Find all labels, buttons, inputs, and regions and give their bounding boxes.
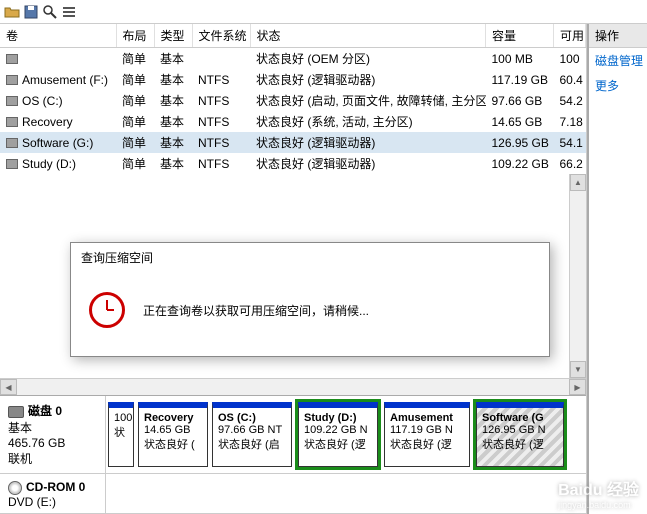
disk0-header[interactable]: 磁盘 0 基本 465.76 GB 联机 <box>0 396 106 473</box>
cdrom-header[interactable]: CD-ROM 0 DVD (E:) <box>0 474 106 513</box>
col-type[interactable]: 类型 <box>154 24 192 48</box>
partition[interactable]: Software (G126.95 GB N状态良好 (逻 <box>473 399 567 470</box>
scroll-left-icon[interactable]: ◀ <box>0 379 17 395</box>
partition[interactable]: Recovery14.65 GB状态良好 ( <box>138 402 208 467</box>
dialog-title: 查询压缩空间 <box>71 243 549 272</box>
table-row[interactable]: Amusement (F:)简单基本NTFS状态良好 (逻辑驱动器)117.19… <box>0 69 586 90</box>
disk-icon <box>8 406 24 418</box>
actions-header: 操作 <box>589 24 647 48</box>
actions-pane: 操作 磁盘管理 更多 <box>587 24 647 514</box>
zoom-icon[interactable] <box>42 4 58 20</box>
volume-table[interactable]: 卷 布局 类型 文件系统 状态 容量 可用 简单基本状态良好 (OEM 分区)1… <box>0 24 586 174</box>
clock-icon <box>89 292 125 328</box>
col-fs[interactable]: 文件系统 <box>192 24 250 48</box>
disk-graphical-view: 磁盘 0 基本 465.76 GB 联机 100状Recovery14.65 G… <box>0 395 586 514</box>
partition[interactable]: 100状 <box>108 402 134 467</box>
col-status[interactable]: 状态 <box>250 24 486 48</box>
cd-icon <box>8 481 22 495</box>
table-row[interactable]: 简单基本状态良好 (OEM 分区)100 MB100 <box>0 48 586 70</box>
open-icon[interactable] <box>4 4 20 20</box>
toolbar <box>0 0 647 24</box>
table-row[interactable]: OS (C:)简单基本NTFS状态良好 (启动, 页面文件, 故障转储, 主分区… <box>0 90 586 111</box>
vertical-scrollbar[interactable]: ▲ ▼ <box>569 174 586 378</box>
query-shrink-dialog: 查询压缩空间 正在查询卷以获取可用压缩空间，请稍候... <box>70 242 550 357</box>
dialog-message: 正在查询卷以获取可用压缩空间，请稍候... <box>143 302 369 319</box>
action-disk-mgmt[interactable]: 磁盘管理 <box>589 48 647 73</box>
scroll-up-icon[interactable]: ▲ <box>570 174 586 191</box>
col-free[interactable]: 可用 <box>554 24 586 48</box>
scroll-down-icon[interactable]: ▼ <box>570 361 586 378</box>
partition[interactable]: Study (D:)109.22 GB N状态良好 (逻 <box>295 399 381 470</box>
partition[interactable]: Amusement117.19 GB N状态良好 (逻 <box>384 402 470 467</box>
scroll-right-icon[interactable]: ▶ <box>569 379 586 395</box>
table-row[interactable]: Recovery简单基本NTFS状态良好 (系统, 活动, 主分区)14.65 … <box>0 111 586 132</box>
col-layout[interactable]: 布局 <box>116 24 154 48</box>
list-icon[interactable] <box>61 4 77 20</box>
table-row[interactable]: Study (D:)简单基本NTFS状态良好 (逻辑驱动器)109.22 GB6… <box>0 153 586 174</box>
table-row[interactable]: Software (G:)简单基本NTFS状态良好 (逻辑驱动器)126.95 … <box>0 132 586 153</box>
partition[interactable]: OS (C:)97.66 GB NT状态良好 (启 <box>212 402 292 467</box>
save-icon[interactable] <box>23 4 39 20</box>
col-capacity[interactable]: 容量 <box>486 24 554 48</box>
horizontal-scrollbar[interactable]: ◀ ▶ <box>0 378 586 395</box>
action-more[interactable]: 更多 <box>589 73 647 98</box>
col-vol[interactable]: 卷 <box>0 24 116 48</box>
